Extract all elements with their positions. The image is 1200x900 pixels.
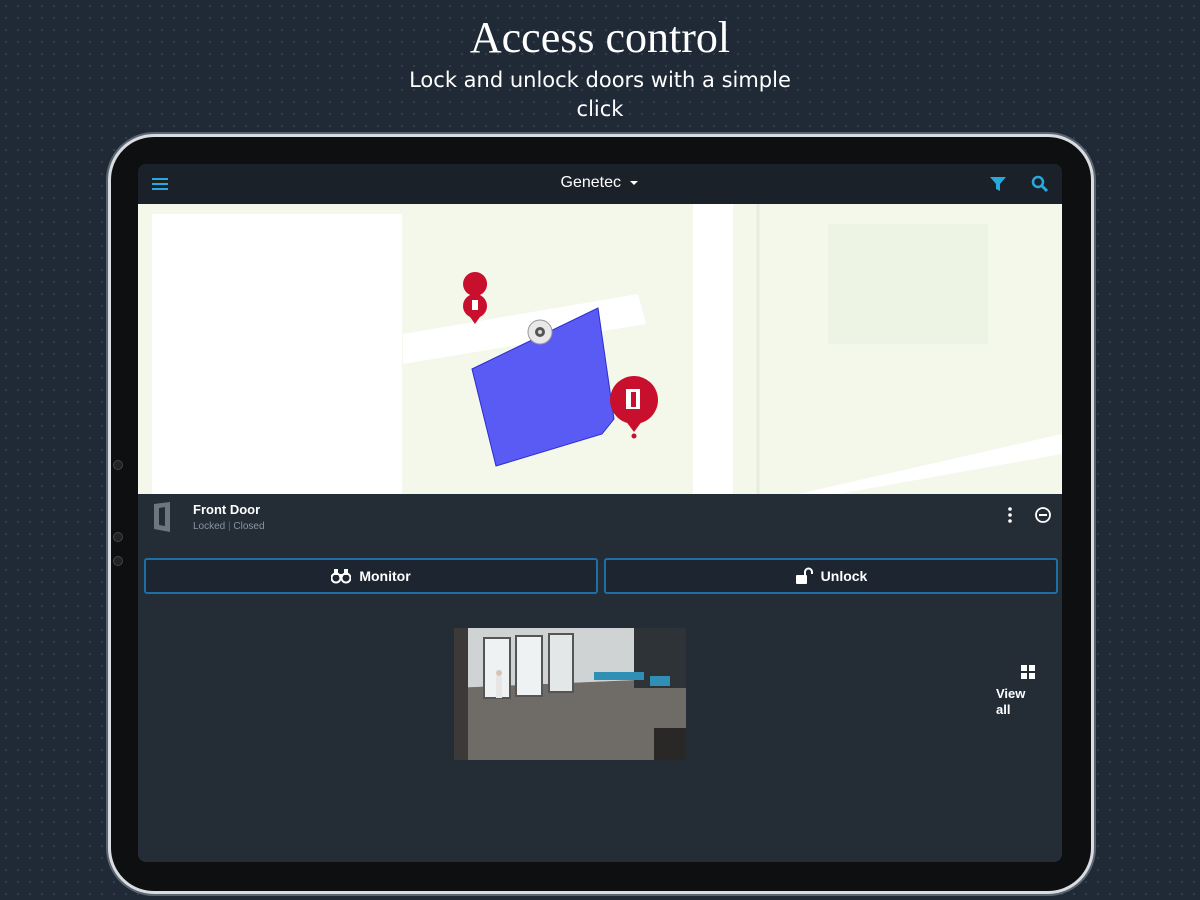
view-all-button[interactable]: View all	[996, 664, 1044, 718]
status-separator: |	[228, 521, 231, 532]
side-button	[113, 556, 123, 566]
door-status: Locked | Closed	[193, 521, 265, 532]
monitor-button[interactable]: Monitor	[144, 558, 598, 594]
promo-subtitle: Lock and unlock doors with a simple clic…	[409, 68, 791, 121]
door-icon	[154, 502, 170, 532]
binoculars-icon	[331, 569, 352, 584]
monitor-button-label: Monitor	[359, 568, 411, 584]
side-button	[113, 532, 123, 542]
close-circle-icon[interactable]	[1034, 506, 1052, 524]
camera-video-tile[interactable]	[454, 628, 686, 760]
filter-icon[interactable]	[988, 174, 1008, 194]
map-view[interactable]	[138, 204, 1062, 494]
unlock-icon	[795, 567, 813, 584]
camera-pin-icon[interactable]	[527, 319, 553, 345]
grid-view-icon	[1021, 665, 1035, 679]
promo-title: Access control	[469, 13, 731, 62]
door-position-status: Closed	[233, 521, 265, 532]
hamburger-menu-icon[interactable]	[150, 174, 170, 194]
search-icon[interactable]	[1030, 174, 1050, 194]
top-bar: Genetec	[138, 164, 1062, 204]
view-all-label: View all	[996, 686, 1026, 717]
side-button	[113, 460, 123, 470]
door-name: Front Door	[193, 502, 261, 517]
map-road	[693, 204, 733, 494]
more-options-icon[interactable]	[1004, 506, 1016, 524]
building-footprint	[152, 214, 402, 494]
unlock-button[interactable]: Unlock	[604, 558, 1058, 594]
map-canvas	[138, 204, 1062, 494]
site-selector-dropdown[interactable]	[538, 172, 662, 196]
door-detail-panel: Front Door Locked | Closed Monitor Unloc…	[138, 494, 1062, 862]
app-screen: Genetec Front Door Locked | Closed Monit…	[138, 164, 1062, 862]
lock-status: Locked	[193, 521, 226, 532]
unlock-button-label: Unlock	[820, 568, 868, 584]
camera-feed-image	[454, 628, 686, 760]
